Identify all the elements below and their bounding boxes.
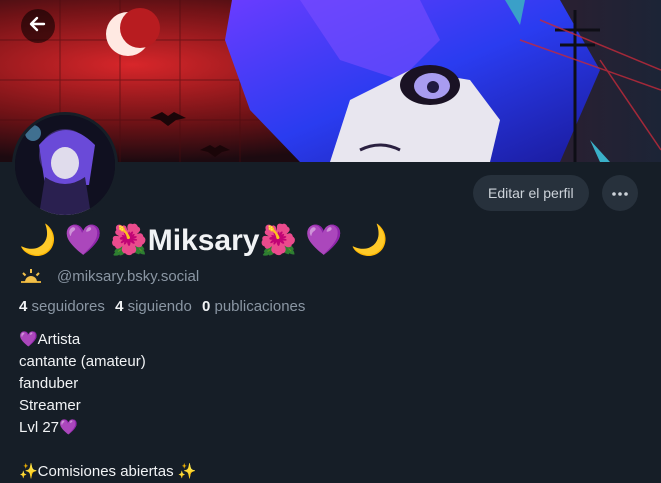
edit-profile-button[interactable]: Editar el perfil	[473, 175, 589, 211]
followers-label: seguidores	[31, 298, 105, 315]
bio-line: Streamer	[19, 397, 81, 414]
profile-stats: 4 seguidores 4 siguiendo 0 publicaciones	[19, 298, 311, 315]
bio-line: cantante (amateur)	[19, 353, 146, 370]
ellipsis-icon	[611, 184, 629, 202]
handle: @miksary.bsky.social	[57, 267, 200, 285]
edit-profile-label: Editar el perfil	[488, 185, 574, 201]
bio-line: ✨Comisiones abiertas ✨	[19, 463, 197, 480]
posts-stat: 0 publicaciones	[202, 298, 305, 315]
more-options-button[interactable]	[602, 175, 638, 211]
back-button[interactable]	[21, 9, 55, 43]
followers-count: 4	[19, 298, 28, 315]
avatar[interactable]	[12, 112, 118, 218]
sunrise-icon	[19, 266, 43, 286]
handle-row: @miksary.bsky.social	[19, 266, 199, 286]
following-label: siguiendo	[127, 298, 192, 315]
arrow-left-icon	[28, 14, 48, 39]
followers-link[interactable]: 4 seguidores	[19, 298, 105, 315]
profile-bio: 💜Artista cantante (amateur) fanduber Str…	[19, 329, 196, 483]
bio-line: Lvl 27💜	[19, 419, 78, 436]
following-count: 4	[115, 298, 124, 315]
posts-label: publicaciones	[214, 298, 306, 315]
bio-line: fanduber	[19, 375, 79, 392]
following-link[interactable]: 4 siguiendo	[115, 298, 192, 315]
bio-line: 💜Artista	[19, 331, 81, 348]
display-name: 🌙 💜 🌺Miksary🌺 💜 🌙	[19, 224, 389, 257]
posts-count: 0	[201, 298, 211, 315]
bio-spacer	[19, 439, 196, 461]
